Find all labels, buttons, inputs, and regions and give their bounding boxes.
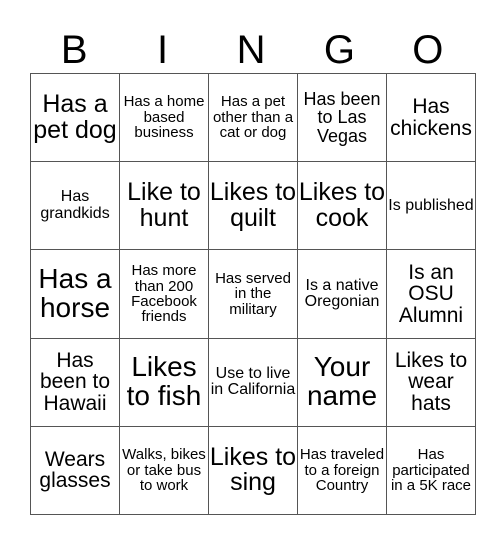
bingo-cell[interactable]: Use to live in California [208,337,298,427]
bingo-cell[interactable]: Is published [386,161,476,251]
bingo-cell[interactable]: Wears glasses [30,425,120,516]
card-row: Has grandkids Like to hunt Likes to quil… [30,161,476,251]
bingo-cell[interactable]: Is an OSU Alumni [386,249,476,339]
header-letter-b: B [60,28,88,72]
bingo-cell[interactable]: Has been to Las Vegas [297,72,387,163]
bingo-cell[interactable]: Has a horse [30,249,120,339]
bingo-cell[interactable]: Likes to cook [297,161,387,251]
header-letter-i: I [157,28,169,72]
bingo-cell[interactable]: Walks, bikes or take bus to work [119,425,209,516]
bingo-cell[interactable]: Has participated in a 5K race [386,425,476,516]
card-row: Has a pet dog Has a home based business … [30,72,476,163]
card-row: Has a horse Has more than 200 Facebook f… [30,249,476,339]
bingo-cell[interactable]: Is a native Oregonian [297,249,387,339]
bingo-cell[interactable]: Has traveled to a foreign Country [297,425,387,516]
card-row: Has been to Hawaii Likes to fish Use to … [30,337,476,427]
header-letter-g: G [323,28,355,72]
bingo-cell[interactable]: Likes to wear hats [386,337,476,427]
bingo-cell[interactable]: Has been to Hawaii [30,337,120,427]
bingo-cell[interactable]: Has a pet dog [30,72,120,163]
bingo-cell[interactable]: Has a pet other than a cat or dog [208,72,298,163]
bingo-cell[interactable]: Your name [297,337,387,427]
bingo-cell[interactable]: Has served in the military [208,249,298,339]
bingo-cell[interactable]: Has more than 200 Facebook friends [119,249,209,339]
bingo-cell[interactable]: Has a home based business [119,72,209,163]
bingo-cell[interactable]: Likes to fish [119,337,209,427]
bingo-card: Has a pet dog Has a home based business … [30,72,476,516]
header-letter-n: N [236,28,266,72]
bingo-header: B I N G O [30,28,472,72]
bingo-cell[interactable]: Has chickens [386,72,476,163]
bingo-cell[interactable]: Like to hunt [119,161,209,251]
bingo-cell[interactable]: Has grandkids [30,161,120,251]
header-letter-o: O [412,28,444,72]
card-row: Wears glasses Walks, bikes or take bus t… [30,425,476,516]
bingo-cell[interactable]: Likes to quilt [208,161,298,251]
bingo-cell[interactable]: Likes to sing [208,425,298,516]
